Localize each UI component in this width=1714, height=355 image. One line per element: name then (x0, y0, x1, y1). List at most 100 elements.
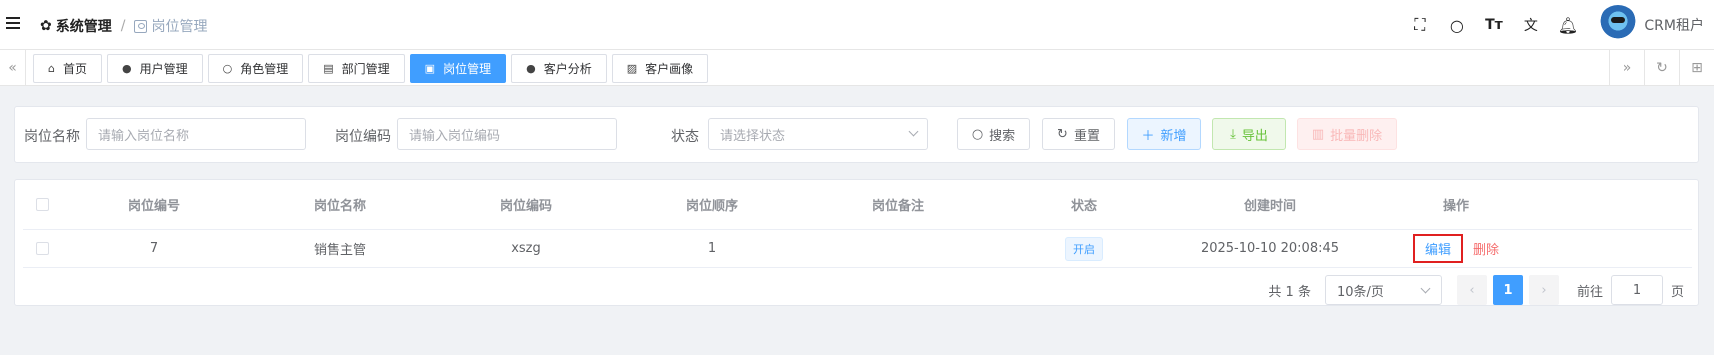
tab-customer-analysis[interactable]: ● 客户分析 (511, 54, 607, 83)
goto-page-input[interactable]: 1 (1610, 275, 1663, 305)
next-page-button[interactable]: › (1528, 275, 1559, 305)
table-panel: 岗位编号 岗位名称 岗位编码 岗位顺序 岗位备注 状态 创建时间 操作 7 销售… (14, 179, 1699, 306)
post-name-input[interactable]: 请输入岗位名称 (86, 118, 306, 150)
font-size-icon[interactable]: Tт (1475, 0, 1512, 50)
prev-page-button[interactable]: ‹ (1456, 275, 1487, 305)
badge-icon: ▣ (424, 62, 436, 75)
breadcrumb: ✿ 系统管理 / 岗位管理 (40, 16, 207, 36)
user-outline-icon: ○ (222, 62, 233, 75)
id-card-icon: ▤ (323, 62, 334, 75)
status-label: 状态 (671, 129, 699, 145)
column-header: 岗位名称 (313, 199, 366, 214)
batch-delete-button[interactable]: ▥ 批量删除 (1297, 118, 1397, 150)
pagination: 共 1 条 10条/页 ‹ 1 › 前往 1 页 (1268, 275, 1684, 305)
user-icon: ● (526, 62, 536, 75)
translate-icon[interactable]: 文 (1512, 0, 1549, 50)
cell-status: 开启 (991, 230, 1177, 267)
row-checkbox[interactable] (35, 242, 49, 255)
fullscreen-icon[interactable]: ⛶ (1401, 0, 1438, 50)
add-button[interactable]: ＋ 新增 (1127, 118, 1201, 150)
status-select[interactable]: 请选择状态 (708, 118, 928, 150)
breadcrumb-current: 岗位管理 (134, 16, 207, 36)
tab-label: 首页 (62, 62, 87, 76)
export-button[interactable]: ⤓ 导出 (1212, 118, 1286, 150)
user-icon: ● (122, 62, 132, 75)
batch-delete-button-label: 批量删除 (1330, 128, 1383, 144)
breadcrumb-separator: / (120, 18, 126, 34)
refresh-icon[interactable]: ↻ (1644, 50, 1679, 86)
tab-label: 用户管理 (139, 62, 188, 76)
column-header: 岗位备注 (871, 199, 924, 214)
home-icon: ⌂ (48, 62, 55, 75)
table-header: 岗位编号 岗位名称 岗位编码 岗位顺序 岗位备注 状态 创建时间 操作 (23, 180, 1692, 230)
pagination-total: 共 1 条 (1268, 284, 1311, 300)
cell-actions: 编辑 删除 (1363, 230, 1549, 267)
delete-button[interactable]: 删除 (1473, 239, 1499, 258)
tab-home[interactable]: ⌂ 首页 (33, 54, 102, 83)
tab-post-management[interactable]: ▣ 岗位管理 (409, 54, 507, 83)
tab-label: 部门管理 (341, 62, 390, 76)
top-navbar: ✿ 系统管理 / 岗位管理 ⛶ ○ Tт 文 🔔︎ CRM租户 (0, 0, 1714, 50)
edit-button[interactable]: 编辑 (1412, 234, 1463, 263)
column-header: 岗位顺序 (685, 199, 738, 214)
goto-label: 前往 (1576, 284, 1603, 300)
tab-customer-portrait[interactable]: ▨ 客户画像 (611, 54, 709, 83)
search-button[interactable]: ○ 搜索 (957, 118, 1030, 150)
cell-post-code: xszg (511, 241, 541, 256)
cell-post-name: 销售主管 (313, 243, 366, 258)
avatar[interactable] (1598, 5, 1639, 45)
column-header: 状态 (1070, 199, 1097, 214)
chevron-left-icon: ‹ (1469, 282, 1475, 298)
tab-role-management[interactable]: ○ 角色管理 (207, 54, 304, 83)
download-icon: ⤓ (1230, 126, 1236, 142)
column-header: 岗位编号 (127, 199, 180, 214)
trash-icon: ▥ (1311, 126, 1325, 142)
page-number[interactable]: 1 (1492, 275, 1523, 305)
search-form: 岗位名称 请输入岗位名称 岗位编码 请输入岗位编码 状态 请选择状态 ○ 搜索 ↻… (14, 106, 1699, 163)
cell-post-id: 7 (149, 241, 159, 256)
tabs-actions: » ↻ ⊞ (1609, 50, 1714, 86)
scroll-right-icon[interactable]: » (1609, 50, 1644, 86)
gear-icon: ✿ (40, 18, 52, 34)
hamburger-icon[interactable] (6, 17, 20, 30)
search-icon[interactable]: ○ (1438, 0, 1475, 50)
scroll-left-icon[interactable]: « (0, 50, 26, 86)
search-icon: ○ (971, 126, 984, 142)
tab-user-management[interactable]: ● 用户管理 (107, 54, 203, 83)
breadcrumb-home[interactable]: 系统管理 (56, 16, 112, 36)
column-header: 岗位编码 (499, 199, 552, 214)
status-badge: 开启 (1065, 236, 1103, 261)
chevron-down-icon (1420, 283, 1431, 294)
chevron-right-icon: › (1541, 282, 1547, 298)
header-tools: ⛶ ○ Tт 文 🔔︎ CRM租户 (1401, 0, 1714, 50)
breadcrumb-current-label: 岗位管理 (151, 19, 208, 35)
reset-button[interactable]: ↻ 重置 (1042, 118, 1115, 150)
table-row: 7 销售主管 xszg 1 开启 2025-10-10 20:08:45 编辑 … (23, 230, 1692, 268)
grid-menu-icon[interactable]: ⊞ (1679, 50, 1714, 86)
bell-icon[interactable]: 🔔︎ (1549, 0, 1586, 50)
tab-label: 客户分析 (543, 62, 592, 76)
tab-label: 角色管理 (240, 62, 289, 76)
tags-view: « ⌂ 首页 ● 用户管理 ○ 角色管理 ▤ 部门管理 ▣ 岗位管理 ● 客户分析 ▨ 客户画… (0, 50, 1714, 86)
tab-dept-management[interactable]: ▤ 部门管理 (308, 54, 405, 83)
status-select-placeholder: 请选择状态 (720, 128, 786, 144)
post-name-label: 岗位名称 (24, 129, 80, 145)
cell-created-time: 2025-10-10 20:08:45 (1200, 241, 1340, 256)
tab-label: 岗位管理 (443, 62, 492, 76)
tag-list: ⌂ 首页 ● 用户管理 ○ 角色管理 ▤ 部门管理 ▣ 岗位管理 ● 客户分析 ▨ 客户画像 (33, 54, 713, 83)
column-header: 创建时间 (1243, 199, 1296, 214)
add-button-label: 新增 (1160, 128, 1187, 144)
tenant-name[interactable]: CRM租户 (1644, 15, 1704, 35)
cell-post-remark (805, 230, 991, 267)
row-checkbox-cell (23, 230, 61, 267)
select-all-checkbox[interactable] (35, 198, 49, 211)
page-size-select[interactable]: 10条/页 (1324, 275, 1442, 305)
plus-icon: ＋ (1141, 128, 1155, 144)
post-code-label: 岗位编码 (335, 129, 391, 145)
cell-post-order: 1 (707, 241, 717, 256)
search-button-label: 搜索 (989, 128, 1016, 144)
column-header: 操作 (1442, 199, 1469, 214)
page-suffix: 页 (1670, 284, 1684, 300)
refresh-icon: ↻ (1057, 126, 1068, 142)
post-code-input[interactable]: 请输入岗位编码 (397, 118, 617, 150)
